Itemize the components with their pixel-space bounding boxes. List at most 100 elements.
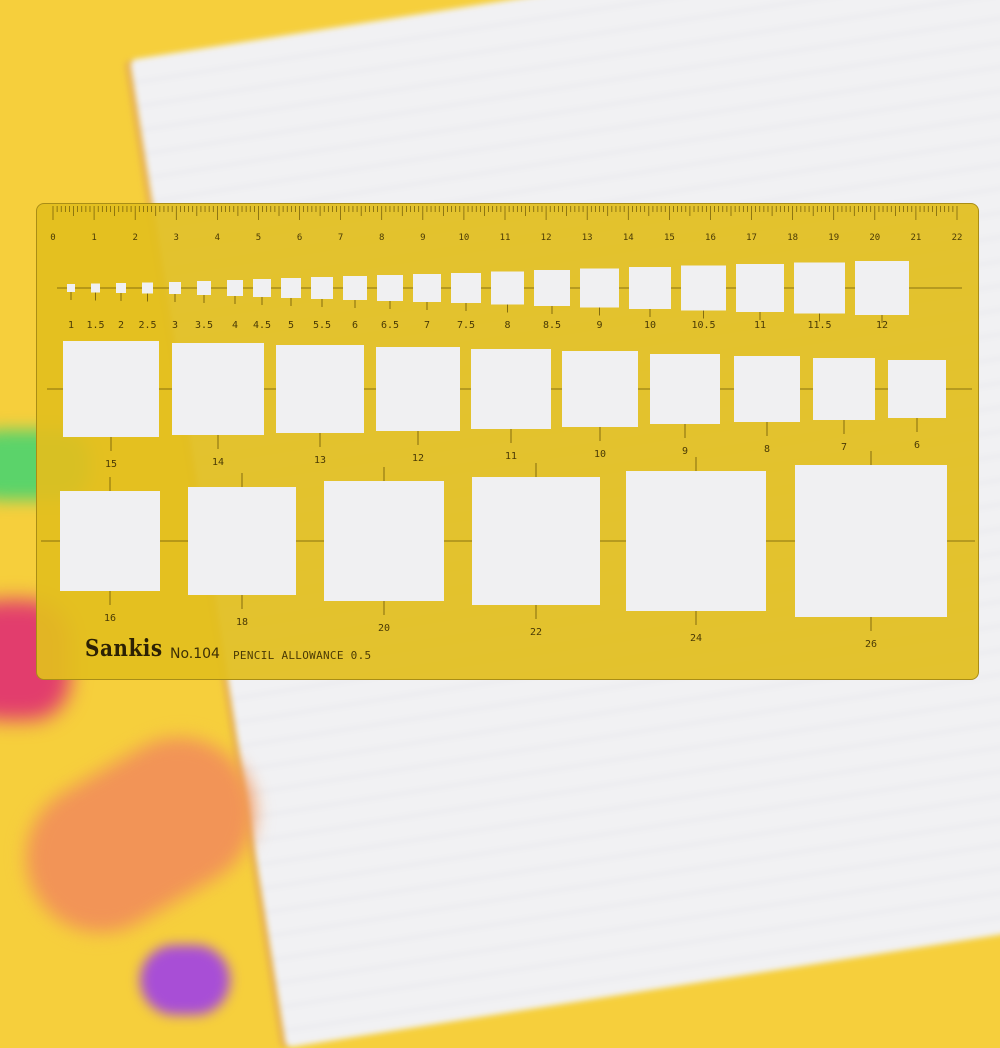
ruler-number: 22 <box>952 233 963 243</box>
square-hole <box>227 280 243 296</box>
ruler-number: 12 <box>541 233 552 243</box>
square-hole <box>562 351 638 427</box>
ruler-number: 2 <box>132 233 137 243</box>
square-size-label: 12 <box>412 453 424 464</box>
purple-marker <box>140 945 230 1015</box>
square-size-label: 6 <box>914 440 920 451</box>
square-size-label: 22 <box>530 627 542 638</box>
square-size-label: 8 <box>764 444 770 455</box>
ruler-number: 19 <box>828 233 839 243</box>
square-size-label: 11 <box>754 320 766 331</box>
square-hole <box>681 265 726 311</box>
square-size-label: 9 <box>682 446 688 457</box>
square-size-label: 11.5 <box>807 320 831 331</box>
square-template-stencil: 0 1 2 3 4 5 6 7 8 9 10 11 12 13 14 15 16 17 18 19 20 21 22 1 1.5… <box>36 203 979 680</box>
square-size-label: 14 <box>212 457 224 468</box>
square-size-label: 8.5 <box>543 320 561 331</box>
square-size-label: 10 <box>594 449 606 460</box>
ruler-number: 21 <box>910 233 921 243</box>
square-size-label: 5.5 <box>313 320 331 331</box>
square-hole <box>116 283 126 293</box>
square-size-label: 6.5 <box>381 320 399 331</box>
brand-logo: Sankis <box>85 634 163 662</box>
ruler-number: 15 <box>664 233 675 243</box>
square-size-label: 5 <box>288 320 294 331</box>
square-size-label: 1 <box>68 320 74 331</box>
square-size-label: 12 <box>876 320 888 331</box>
square-size-label: 3.5 <box>195 320 213 331</box>
square-size-label: 7 <box>841 442 847 453</box>
ruler-number: 9 <box>420 233 425 243</box>
ruler-number: 10 <box>458 233 469 243</box>
ruler-number: 5 <box>256 233 261 243</box>
square-hole <box>63 341 159 437</box>
square-size-label: 11 <box>505 451 517 462</box>
square-hole <box>472 477 600 605</box>
square-hole <box>471 349 551 429</box>
ruler-number: 16 <box>705 233 716 243</box>
square-hole <box>451 273 481 303</box>
square-size-label: 18 <box>236 617 248 628</box>
ruler-number: 20 <box>869 233 880 243</box>
square-size-label: 6 <box>352 320 358 331</box>
square-hole <box>169 282 181 294</box>
square-hole <box>377 275 403 301</box>
square-hole <box>60 491 160 591</box>
square-size-label: 7.5 <box>457 320 475 331</box>
square-hole <box>197 281 211 295</box>
square-hole <box>142 282 153 294</box>
square-size-label: 10.5 <box>691 320 715 331</box>
square-size-label: 3 <box>172 320 178 331</box>
square-size-label: 1.5 <box>86 320 104 331</box>
square-hole <box>813 358 875 420</box>
ruler-number: 11 <box>500 233 511 243</box>
square-hole <box>276 345 364 433</box>
pencil-allowance-text: PENCIL ALLOWANCE 0.5 <box>233 649 372 662</box>
square-hole <box>281 278 301 298</box>
square-hole <box>91 283 100 293</box>
ruler-number: 17 <box>746 233 757 243</box>
square-size-label: 24 <box>690 633 702 644</box>
square-size-label: 9 <box>596 320 602 331</box>
square-hole <box>253 279 271 297</box>
square-hole <box>324 481 444 601</box>
square-hole <box>736 264 784 312</box>
square-size-label: 4 <box>232 320 238 331</box>
square-size-label: 16 <box>104 613 116 624</box>
square-hole <box>343 276 367 300</box>
square-hole <box>626 471 766 611</box>
model-number: No.104 <box>170 646 220 662</box>
ruler-number: 0 <box>50 233 55 243</box>
ruler-number: 1 <box>91 233 96 243</box>
square-size-label: 26 <box>865 639 877 650</box>
square-hole <box>650 354 720 424</box>
square-hole <box>534 270 570 306</box>
stencil-graphic: 0 1 2 3 4 5 6 7 8 9 10 11 12 13 14 15 16 17 18 19 20 21 221 1.5… <box>41 206 975 650</box>
ruler-number: 14 <box>623 233 634 243</box>
square-hole <box>491 271 524 305</box>
square-size-label: 10 <box>644 320 656 331</box>
square-hole <box>888 360 946 418</box>
ruler-number: 4 <box>215 233 220 243</box>
square-hole <box>413 274 441 302</box>
ruler-number: 3 <box>174 233 179 243</box>
square-size-label: 8 <box>504 320 510 331</box>
square-hole <box>311 277 333 299</box>
square-size-label: 13 <box>314 455 326 466</box>
ruler-number: 6 <box>297 233 302 243</box>
square-size-label: 15 <box>105 459 117 470</box>
square-hole <box>67 284 75 292</box>
square-size-label: 2 <box>118 320 124 331</box>
square-hole <box>172 343 264 435</box>
square-hole <box>376 347 460 431</box>
square-hole <box>188 487 296 595</box>
square-hole <box>580 268 619 308</box>
ruler-number: 8 <box>379 233 384 243</box>
square-hole <box>734 356 800 422</box>
square-hole <box>794 262 845 314</box>
ruler-number: 7 <box>338 233 343 243</box>
square-hole <box>629 267 671 309</box>
square-size-label: 2.5 <box>138 320 156 331</box>
ruler-number: 18 <box>787 233 798 243</box>
square-size-label: 7 <box>424 320 430 331</box>
